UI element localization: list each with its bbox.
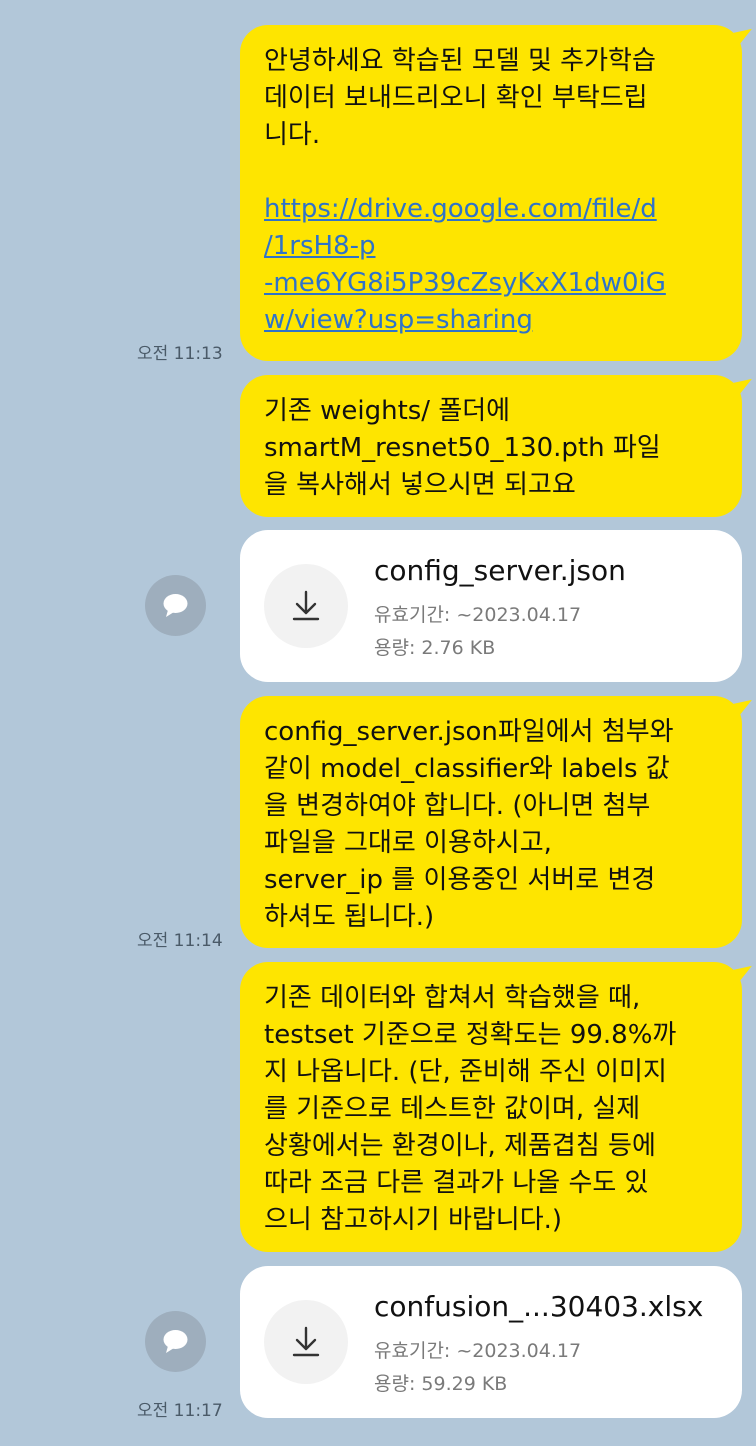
drive-link[interactable]: w/view?usp=sharing xyxy=(264,302,728,339)
file-size: 용량: 2.76 KB xyxy=(374,637,496,659)
message-line: 하셔도 됩니다.) xyxy=(264,902,435,932)
message-line: smartM_resnet50_130.pth 파일 xyxy=(264,433,661,463)
drive-link[interactable]: -me6YG8i5P39cZsyKxX1dw0iG xyxy=(264,265,728,302)
message-line: 상황에서는 환경이나, 제품겹침 등에 xyxy=(264,1131,656,1161)
file-attachment[interactable]: confusion_...30403.xlsx 유효기간: ~2023.04.1… xyxy=(240,1266,742,1418)
message-line: testset 기준으로 정확도는 99.8%까 xyxy=(264,1020,677,1050)
message-bubble: config_server.json파일에서 첨부와 같이 model_clas… xyxy=(240,696,756,948)
file-expiry: 유효기간: ~2023.04.17 xyxy=(374,604,582,626)
message-line: 데이터 보내드리오니 확인 부탁드립 xyxy=(264,83,648,113)
file-size: 용량: 59.29 KB xyxy=(374,1373,508,1395)
message-bubble: 기존 데이터와 합쳐서 학습했을 때, testset 기준으로 정확도는 99… xyxy=(240,962,756,1252)
message-line: 같이 model_classifier와 labels 값 xyxy=(264,754,670,784)
bubble-tail xyxy=(730,965,756,989)
share-button[interactable] xyxy=(145,575,206,636)
message-time: 오전 11:13 xyxy=(137,344,223,364)
download-icon xyxy=(292,1326,320,1357)
drive-link[interactable]: /1rsH8-p xyxy=(264,228,728,265)
message-line: 으니 참고하시기 바랍니다.) xyxy=(264,1205,563,1235)
message-line: 기존 weights/ 폴더에 xyxy=(264,396,511,426)
message-line: 안녕하세요 학습된 모델 및 추가학습 xyxy=(264,46,656,76)
message-line: 기존 데이터와 합쳐서 학습했을 때, xyxy=(264,983,641,1013)
file-name: confusion_...30403.xlsx xyxy=(374,1290,704,1323)
message-time: 오전 11:14 xyxy=(137,931,223,951)
message-bubble: 안녕하세요 학습된 모델 및 추가학습 데이터 보내드리오니 확인 부탁드립 니… xyxy=(240,25,756,361)
bubble-tail xyxy=(730,28,756,52)
message-line: 따라 조금 다른 결과가 나올 수도 있 xyxy=(264,1168,649,1198)
message-line: 파일을 그대로 이용하시고, xyxy=(264,828,552,858)
message-line: 지 나옵니다. (단, 준비해 주신 이미지 xyxy=(264,1057,667,1087)
message-line: 니다. xyxy=(264,120,321,150)
file-expiry: 유효기간: ~2023.04.17 xyxy=(374,1340,582,1362)
message-line: 를 기준으로 테스트한 값이며, 실제 xyxy=(264,1094,641,1124)
message-line: 을 변경하여야 합니다. (아니면 첨부 xyxy=(264,791,651,821)
download-button[interactable] xyxy=(264,1300,348,1384)
message-bubble: 기존 weights/ 폴더에 smartM_resnet50_130.pth … xyxy=(240,375,756,517)
share-button[interactable] xyxy=(145,1311,206,1372)
download-icon xyxy=(292,590,320,621)
bubble-tail xyxy=(730,699,756,723)
message-line: server_ip 를 이용중인 서버로 변경 xyxy=(264,865,656,895)
message-line: config_server.json파일에서 첨부와 xyxy=(264,717,674,747)
share-icon xyxy=(163,594,188,617)
file-attachment[interactable]: config_server.json 유효기간: ~2023.04.17 용량:… xyxy=(240,530,742,682)
file-name: config_server.json xyxy=(374,554,626,587)
share-icon xyxy=(163,1330,188,1353)
download-button[interactable] xyxy=(264,564,348,648)
message-line: 을 복사해서 넣으시면 되고요 xyxy=(264,470,576,500)
drive-link[interactable]: https://drive.google.com/file/d xyxy=(264,191,728,228)
bubble-tail xyxy=(730,378,756,402)
message-spacer xyxy=(264,154,728,191)
message-time: 오전 11:17 xyxy=(137,1401,223,1421)
